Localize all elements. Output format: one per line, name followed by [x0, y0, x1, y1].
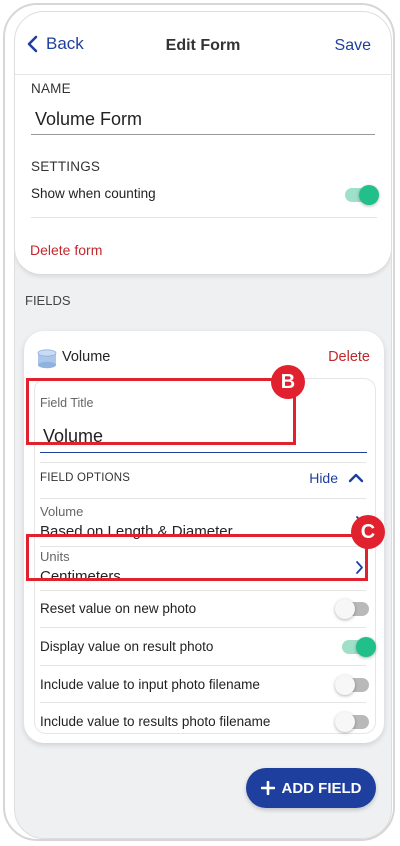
show-when-counting-label: Show when counting	[31, 186, 156, 201]
field-title-divider	[40, 462, 366, 463]
plus-icon	[260, 781, 275, 795]
callout-badge-b: B	[271, 365, 305, 399]
field-options-label: FIELD OPTIONS	[40, 472, 131, 484]
hide-label: Hide	[309, 470, 338, 486]
reset-value-toggle[interactable]	[335, 599, 369, 619]
toggle-knob	[359, 185, 379, 205]
toggle-knob	[335, 712, 355, 732]
delete-field-button[interactable]: Delete	[328, 349, 370, 365]
display-value-label: Display value on result photo	[40, 639, 214, 654]
settings-divider	[31, 217, 377, 218]
form-settings-card: Back Edit Form Save NAME SETTINGS Show w…	[15, 12, 391, 274]
save-button[interactable]: Save	[335, 37, 371, 55]
chevron-up-icon	[348, 473, 364, 483]
toggle-divider	[40, 702, 366, 703]
callout-box-b	[26, 378, 296, 445]
callout-badge-c: C	[351, 515, 385, 549]
volume-option-label: Volume	[40, 504, 84, 519]
delete-form-button[interactable]: Delete form	[30, 242, 102, 258]
toggle-knob	[335, 675, 355, 695]
navigation-bar: Back Edit Form Save	[15, 12, 391, 75]
results-filename-label: Include value to results photo filename	[40, 714, 271, 729]
toggle-knob	[335, 599, 355, 619]
field-options-divider	[40, 498, 366, 499]
display-value-toggle[interactable]	[342, 637, 376, 657]
reset-value-label: Reset value on new photo	[40, 601, 197, 616]
toggle-knob	[356, 637, 376, 657]
callout-box-c	[26, 534, 368, 581]
name-section-label: NAME	[31, 81, 71, 96]
toggle-divider	[40, 627, 366, 628]
show-when-counting-toggle[interactable]	[345, 185, 379, 205]
fields-section-label: FIELDS	[25, 293, 71, 308]
add-field-label: ADD FIELD	[281, 779, 362, 797]
option-divider	[40, 590, 366, 591]
hide-options-button[interactable]: Hide	[309, 470, 364, 486]
cylinder-icon	[37, 349, 57, 369]
input-filename-label: Include value to input photo filename	[40, 677, 260, 692]
field-name: Volume	[62, 349, 111, 365]
add-field-button[interactable]: ADD FIELD	[246, 768, 376, 808]
settings-section-label: SETTINGS	[31, 159, 101, 174]
toggle-divider	[40, 665, 366, 666]
input-filename-toggle[interactable]	[335, 675, 369, 695]
form-name-input[interactable]	[31, 105, 375, 135]
results-filename-toggle[interactable]	[335, 712, 369, 732]
